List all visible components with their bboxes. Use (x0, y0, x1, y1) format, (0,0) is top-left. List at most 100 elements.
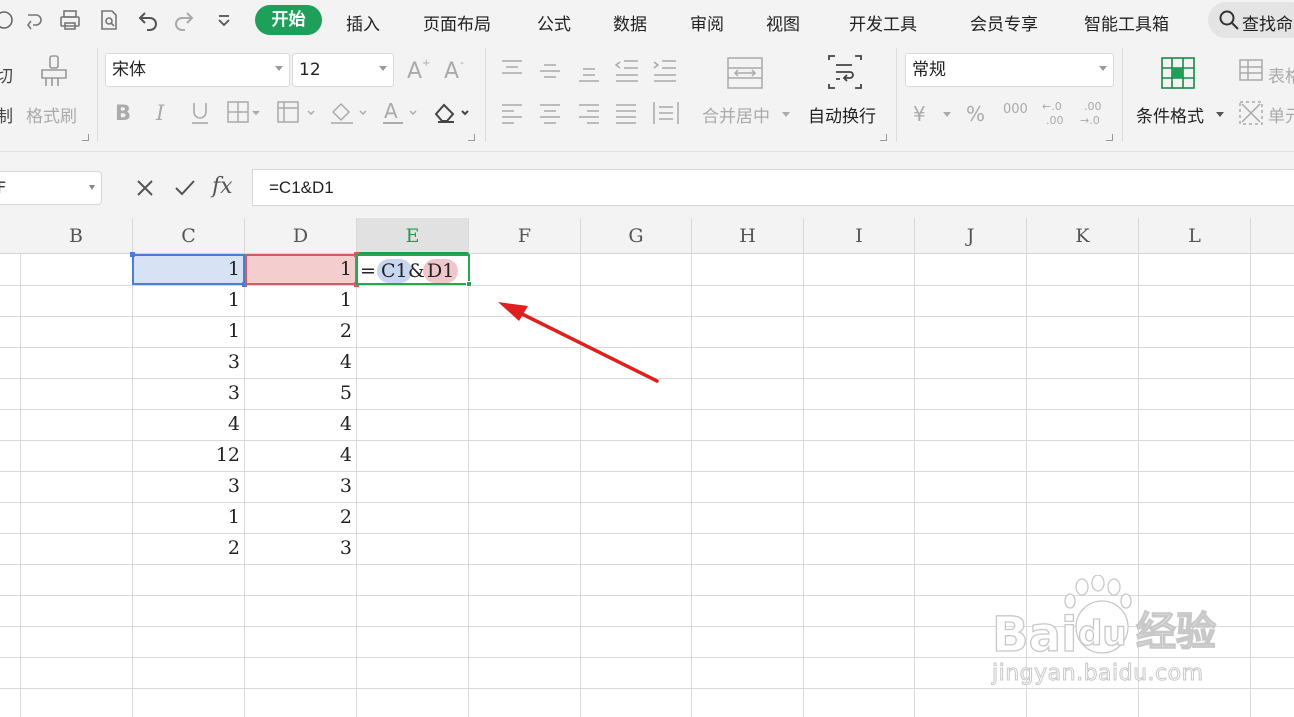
border-icon[interactable] (226, 100, 260, 124)
cell-d5[interactable]: 5 (244, 378, 356, 409)
cell-c8[interactable]: 3 (132, 471, 244, 502)
column-header-k[interactable]: K (1027, 218, 1139, 254)
column-header-i[interactable]: I (804, 218, 915, 254)
alignment-group-launcher[interactable] (880, 134, 887, 141)
tab-formulas[interactable]: 公式 (537, 10, 571, 35)
cut-label[interactable]: 切 (0, 62, 13, 87)
format-painter-label[interactable]: 格式刷 (26, 102, 77, 127)
column-header-f[interactable]: F (469, 218, 581, 254)
merge-center-label[interactable]: 合并居中 (702, 102, 770, 127)
increase-decimal-icon[interactable]: ←.0.00 (1040, 98, 1070, 126)
table-style-icon[interactable] (1238, 58, 1264, 84)
font-size-select[interactable]: 12 (292, 53, 394, 87)
cell-d9[interactable]: 2 (244, 502, 356, 533)
tab-data[interactable]: 数据 (613, 10, 647, 35)
cell-c9[interactable]: 1 (132, 502, 244, 533)
clipboard-group-launcher[interactable] (82, 134, 89, 141)
cell-d4[interactable]: 4 (244, 347, 356, 378)
table-style-label[interactable]: 表格 (1268, 62, 1294, 87)
tab-insert[interactable]: 插入 (346, 10, 380, 35)
tab-page-layout[interactable]: 页面布局 (423, 10, 491, 35)
redo-share-icon[interactable] (22, 8, 46, 32)
tab-member[interactable]: 会员专享 (970, 10, 1038, 35)
font-group-launcher[interactable] (468, 134, 475, 141)
search-command-box[interactable]: 查找命 (1208, 2, 1294, 38)
undo-icon[interactable] (136, 8, 160, 32)
chevron-down-icon[interactable] (1216, 112, 1224, 118)
decrease-font-icon[interactable]: A- (442, 56, 468, 82)
align-left-icon[interactable] (500, 102, 524, 124)
folder-icon[interactable] (0, 8, 16, 32)
confirm-icon[interactable] (173, 176, 197, 200)
column-header-g[interactable]: G (581, 218, 692, 254)
currency-button[interactable]: ¥ (913, 102, 926, 126)
justify-icon[interactable] (614, 102, 638, 124)
cell-c2[interactable]: 1 (132, 285, 244, 316)
column-header-h[interactable]: H (692, 218, 804, 254)
tab-developer[interactable]: 开发工具 (849, 10, 917, 35)
cell-style-icon[interactable] (1238, 100, 1264, 126)
name-box[interactable]: F (0, 171, 102, 205)
column-header-e[interactable]: E (357, 218, 469, 254)
bold-icon[interactable]: B (114, 100, 134, 124)
chevron-down-icon[interactable] (782, 112, 790, 118)
cell-d3[interactable]: 2 (244, 316, 356, 347)
tab-review[interactable]: 审阅 (690, 10, 724, 35)
redo-icon[interactable] (172, 8, 196, 32)
number-group-launcher[interactable] (1106, 134, 1113, 141)
column-header-j[interactable]: J (915, 218, 1027, 254)
font-family-select[interactable]: 宋体 (105, 53, 290, 87)
tab-view[interactable]: 视图 (766, 10, 800, 35)
align-right-icon[interactable] (577, 102, 601, 124)
number-format-select[interactable]: 常规 (905, 53, 1114, 87)
font-color-icon[interactable]: A (382, 100, 422, 126)
percent-button[interactable]: % (966, 102, 985, 126)
cell-c6[interactable]: 4 (132, 409, 244, 440)
cell-d1[interactable]: 1 (244, 254, 356, 285)
column-header-l[interactable]: L (1139, 218, 1251, 254)
cell-d6[interactable]: 4 (244, 409, 356, 440)
print-preview-icon[interactable] (97, 8, 121, 32)
increase-font-icon[interactable]: A + (405, 56, 431, 82)
cancel-icon[interactable] (133, 176, 157, 200)
insert-function-button[interactable]: fx (212, 174, 233, 199)
cell-style-label[interactable]: 单元 (1268, 102, 1294, 127)
thousands-separator-button[interactable]: 000 (1003, 102, 1028, 117)
decrease-decimal-icon[interactable]: .00 →.0 (1078, 98, 1108, 126)
print-icon[interactable] (58, 8, 82, 32)
cell-c1[interactable]: 1 (132, 254, 244, 285)
clear-format-icon[interactable] (432, 100, 472, 126)
align-middle-icon[interactable] (538, 60, 562, 82)
cell-d10[interactable]: 3 (244, 533, 356, 564)
conditional-format-label[interactable]: 条件格式 (1136, 102, 1204, 127)
cell-c10[interactable]: 2 (132, 533, 244, 564)
distributed-align-icon[interactable] (652, 100, 680, 126)
column-header-b[interactable]: B (20, 218, 133, 254)
formula-input[interactable]: =C1&D1 (252, 169, 1294, 206)
fill-handle[interactable] (466, 281, 472, 287)
decrease-indent-icon[interactable] (614, 58, 640, 82)
cell-e1-editor[interactable]: = C1 & D1 (356, 254, 472, 287)
cell-d8[interactable]: 3 (244, 471, 356, 502)
cell-c7[interactable]: 12 (132, 440, 244, 471)
align-top-icon[interactable] (500, 58, 524, 80)
increase-indent-icon[interactable] (652, 58, 678, 82)
cell-d2[interactable]: 1 (244, 285, 356, 316)
underline-icon[interactable] (189, 100, 211, 126)
copy-label[interactable]: 制 (0, 102, 13, 127)
tab-smart-toolbox[interactable]: 智能工具箱 (1084, 10, 1169, 35)
column-header-d[interactable]: D (245, 218, 357, 254)
align-bottom-icon[interactable] (577, 62, 601, 84)
align-center-icon[interactable] (538, 102, 562, 124)
cell-c4[interactable]: 3 (132, 347, 244, 378)
column-header-c[interactable]: C (133, 218, 245, 254)
fill-color-icon[interactable] (328, 100, 368, 126)
fill-pattern-icon[interactable] (276, 100, 316, 124)
tab-home[interactable]: 开始 (255, 5, 322, 35)
cell-c5[interactable]: 3 (132, 378, 244, 409)
cell-c3[interactable]: 1 (132, 316, 244, 347)
cell-d7[interactable]: 4 (244, 440, 356, 471)
wrap-text-label[interactable]: 自动换行 (808, 102, 876, 127)
conditional-format-icon[interactable] (1160, 56, 1196, 90)
customize-dropdown-icon[interactable] (212, 8, 236, 32)
